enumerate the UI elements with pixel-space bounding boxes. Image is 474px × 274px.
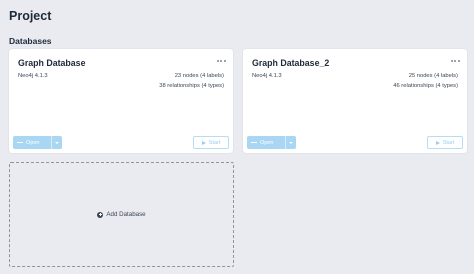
section-title: Databases [9, 36, 52, 46]
database-card: Graph Database_2 Neo4j 4.1.3 25 nodes (4… [243, 49, 467, 153]
play-icon [201, 140, 206, 145]
more-icon[interactable] [450, 58, 460, 64]
start-button[interactable]: Start [427, 136, 463, 149]
more-icon[interactable] [216, 58, 226, 64]
open-icon [17, 141, 23, 145]
chevron-down-icon [55, 141, 59, 144]
database-version: Neo4j 4.1.3 [18, 73, 48, 79]
database-version: Neo4j 4.1.3 [252, 73, 282, 79]
open-button[interactable]: Open [13, 136, 51, 149]
plus-circle-icon [97, 211, 104, 218]
open-button-label: Open [26, 139, 40, 146]
open-button-label: Open [260, 139, 274, 146]
open-button[interactable]: Open [247, 136, 285, 149]
start-button-label: Start [208, 139, 221, 146]
add-database-label: Add Database [106, 211, 146, 218]
relationships-count: 38 relationships (4 types) [159, 83, 224, 89]
open-button-group: Open [247, 136, 296, 149]
database-name: Graph Database_2 [252, 58, 330, 68]
open-button-group: Open [13, 136, 62, 149]
start-button[interactable]: Start [193, 136, 229, 149]
nodes-count: 25 nodes (4 labels) [408, 73, 458, 79]
database-card: Graph Database Neo4j 4.1.3 23 nodes (4 l… [9, 49, 233, 153]
database-name: Graph Database [18, 58, 86, 68]
add-database-button[interactable]: Add Database [9, 162, 234, 267]
chevron-down-icon [289, 141, 293, 144]
open-dropdown-button[interactable] [51, 136, 62, 149]
nodes-count: 23 nodes (4 labels) [174, 73, 224, 79]
play-icon [435, 140, 440, 145]
start-button-label: Start [442, 139, 455, 146]
relationships-count: 46 relationships (4 types) [393, 83, 458, 89]
page-title: Project [9, 9, 52, 23]
open-icon [251, 141, 257, 145]
open-dropdown-button[interactable] [285, 136, 296, 149]
